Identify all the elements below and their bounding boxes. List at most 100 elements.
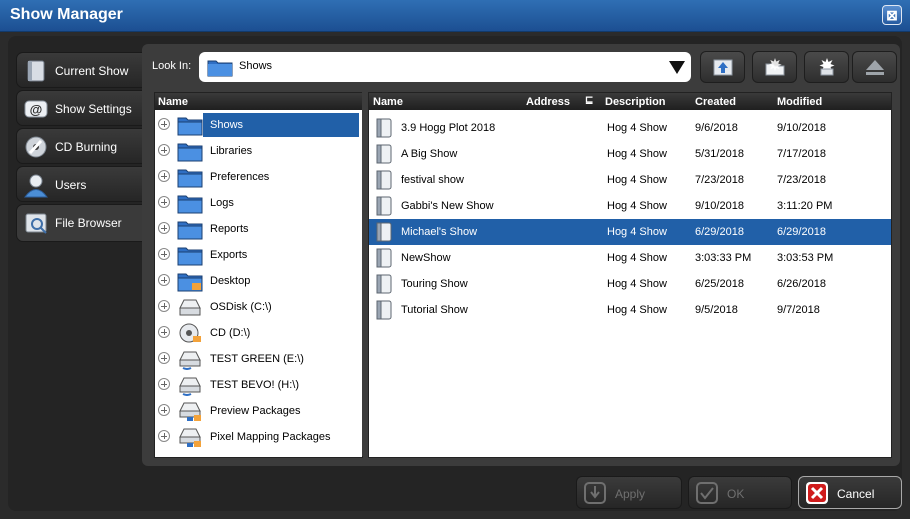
folder-icon [177,169,203,188]
tree-item[interactable]: Desktop [155,268,360,294]
show-book-icon [376,144,392,164]
cell-description: Hog 4 Show [607,252,667,264]
column-address[interactable]: Address [526,96,570,108]
cell-modified: 7/23/2018 [777,174,826,186]
list-row[interactable]: Touring Show Hog 4 Show 6/25/2018 6/26/2018 [369,271,891,297]
tree-item-label: TEST BEVO! (H:\) [210,379,300,391]
nav-label: Show Settings [55,102,132,116]
nav-label: File Browser [55,216,122,230]
show-book-icon [376,170,392,190]
apply-icon [584,482,606,504]
cell-created: 6/25/2018 [695,278,744,290]
list-row[interactable]: 3.9 Hogg Plot 2018 Hog 4 Show 9/6/2018 9/10… [369,115,891,141]
look-in-dropdown[interactable]: Shows [199,52,691,82]
nav-show-settings[interactable]: @ Show Settings [16,90,144,126]
nav-current-show[interactable]: Current Show [16,52,144,88]
cell-name: Michael's Show [401,226,478,238]
tree-item[interactable]: Preview Packages [155,398,360,424]
close-button[interactable]: ⊠ [882,5,902,25]
cd-drive-icon [179,323,201,343]
nav-label: Current Show [55,64,129,78]
apply-label: Apply [615,487,646,501]
tree-item[interactable]: TEST BEVO! (H:\) [155,372,360,398]
show-book-icon [376,248,392,268]
apply-button[interactable]: Apply [576,476,682,509]
expand-icon[interactable] [158,196,170,208]
tree-item[interactable]: Pixel Mapping Packages [155,424,360,450]
column-description[interactable]: Description [605,96,666,108]
cancel-button[interactable]: Cancel [798,476,902,509]
list-row[interactable]: NewShow Hog 4 Show 3:03:33 PM 3:03:53 PM [369,245,891,271]
tree-item[interactable]: TEST GREEN (E:\) [155,346,360,372]
file-browser-icon [25,213,47,234]
cell-description: Hog 4 Show [607,174,667,186]
tree-item-label: TEST GREEN (E:\) [210,353,304,365]
network-drive-icon [179,402,201,421]
cell-created: 9/5/2018 [695,304,738,316]
eject-button[interactable] [852,51,897,83]
cancel-label: Cancel [837,487,875,501]
tree-item[interactable]: Exports [155,242,360,268]
expand-icon[interactable] [158,352,170,364]
cell-name: Tutorial Show [401,304,468,316]
burst-button[interactable] [804,51,849,83]
list-row[interactable]: Michael's Show Hog 4 Show 6/29/2018 6/29/20… [369,219,891,245]
expand-icon[interactable] [158,274,170,286]
look-in-label: Look In: [152,60,192,72]
tree-item[interactable]: Reports [155,216,360,242]
cd-burn-icon [25,136,47,158]
tree-item[interactable]: Preferences [155,164,360,190]
expand-icon[interactable] [158,248,170,260]
column-created[interactable]: Created [695,96,736,108]
new-folder-button[interactable] [752,51,797,83]
expand-icon[interactable] [158,300,170,312]
expand-icon[interactable] [158,118,170,130]
tree-item-label: Exports [210,249,248,261]
pane-splitter[interactable] [362,92,367,456]
look-in-value: Shows [239,60,273,72]
expand-icon[interactable] [158,430,170,442]
tree-item[interactable]: CD (D:\) [155,320,360,346]
list-row[interactable]: festival show Hog 4 Show 7/23/2018 7/23/201… [369,167,891,193]
cell-modified: 3:11:20 PM [777,200,833,212]
cell-description: Hog 4 Show [607,278,667,290]
tree-item[interactable]: Logs [155,190,360,216]
folder-icon [177,195,203,214]
tree-item-label: Shows [210,119,244,131]
folder-icon [177,117,203,136]
list-row[interactable]: Gabbi's New Show Hog 4 Show 9/10/2018 3:11:… [369,193,891,219]
expand-icon[interactable] [158,404,170,416]
column-modified[interactable]: Modified [777,96,822,108]
cell-created: 7/23/2018 [695,174,744,186]
expand-icon[interactable] [158,144,170,156]
list-row[interactable]: Tutorial Show Hog 4 Show 9/5/2018 9/7/2018 [369,297,891,323]
chevron-down-icon[interactable] [667,57,687,77]
nav-label: CD Burning [55,140,118,154]
cell-description: Hog 4 Show [607,304,667,316]
folder-icon [177,143,203,162]
expand-icon[interactable] [158,326,170,338]
settings-at-icon: @ [24,100,48,118]
desktop-folder-icon [177,273,203,292]
cell-description: Hog 4 Show [607,200,667,212]
burst-icon [819,58,835,76]
expand-icon[interactable] [158,378,170,390]
tree-item[interactable]: Shows [155,112,360,138]
list-row[interactable]: A Big Show Hog 4 Show 5/31/2018 7/17/2018 [369,141,891,167]
ok-button[interactable]: OK [688,476,792,509]
nav-file-browser[interactable]: File Browser [16,204,146,242]
up-folder-button[interactable] [700,51,745,83]
sort-icon: ⊑ [585,95,594,106]
cell-modified: 6/29/2018 [777,226,826,238]
tree-header: Name [155,93,362,110]
cell-description: Hog 4 Show [607,122,667,134]
nav-label: Users [55,178,87,192]
nav-users[interactable]: Users [16,166,144,202]
cancel-icon [806,482,828,504]
column-name[interactable]: Name [373,96,403,108]
tree-item[interactable]: Libraries [155,138,360,164]
expand-icon[interactable] [158,170,170,182]
tree-item[interactable]: OSDisk (C:\) [155,294,360,320]
expand-icon[interactable] [158,222,170,234]
nav-cd-burning[interactable]: CD Burning [16,128,144,164]
